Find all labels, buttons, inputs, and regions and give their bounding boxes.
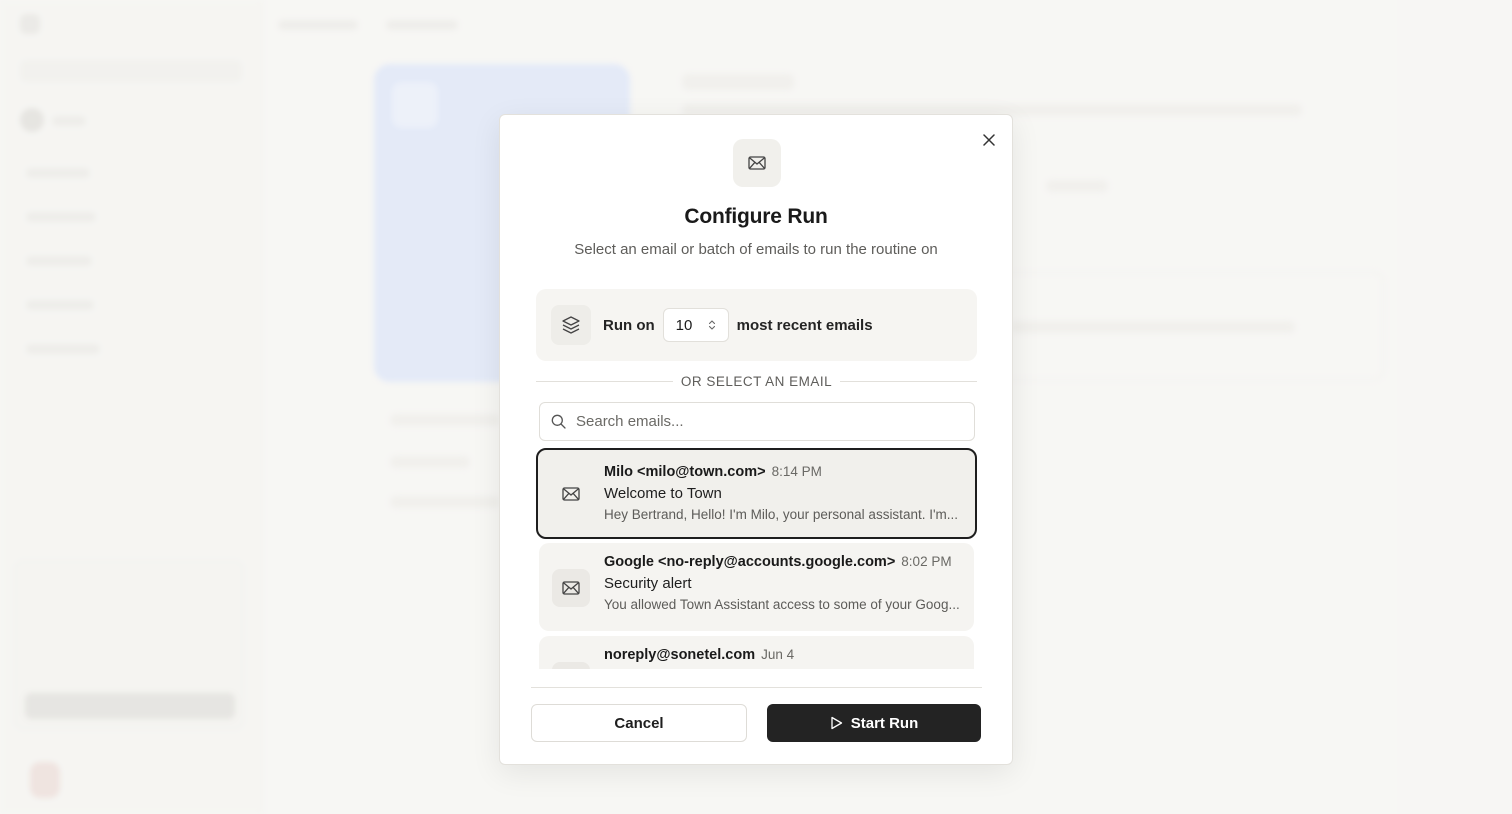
play-icon	[831, 716, 842, 730]
email-item[interactable]: noreply@sonetel.com Jun 4	[539, 636, 974, 669]
footer-divider	[531, 687, 982, 688]
search-icon	[551, 414, 566, 429]
mail-icon	[562, 487, 580, 501]
email-content: Milo <milo@town.com> 8:14 PM Welcome to T…	[604, 464, 963, 522]
email-header: Milo <milo@town.com> 8:14 PM	[604, 464, 963, 480]
email-preview: You allowed Town Assistant access to som…	[604, 597, 960, 612]
divider-label: OR SELECT AN EMAIL	[680, 373, 833, 389]
divider-line	[840, 380, 977, 382]
email-time: Jun 4	[761, 647, 795, 662]
recent-emails-label: most recent emails	[736, 316, 873, 334]
start-run-button[interactable]: Start Run	[767, 704, 981, 742]
chevron-up-down-icon	[708, 320, 715, 330]
header-icon	[733, 139, 781, 187]
dialog-subtitle: Select an email or batch of emails to ru…	[574, 241, 938, 258]
email-item[interactable]: Google <no-reply@accounts.google.com> 8:0…	[539, 543, 974, 631]
email-list[interactable]: Milo <milo@town.com> 8:14 PM Welcome to T…	[536, 447, 979, 669]
configure-run-dialog: Configure Run Select an email or batch o…	[499, 114, 1013, 765]
divider-line	[536, 380, 673, 382]
layers-icon	[562, 316, 580, 334]
email-time: 8:02 PM	[901, 554, 952, 569]
cancel-button[interactable]: Cancel	[531, 704, 747, 742]
email-content: Google <no-reply@accounts.google.com> 8:0…	[604, 554, 962, 612]
section-divider: OR SELECT AN EMAIL	[536, 371, 977, 391]
email-icon-wrap	[552, 662, 590, 669]
email-count-value: 10	[675, 316, 693, 334]
email-item-selected[interactable]: Milo <milo@town.com> 8:14 PM Welcome to T…	[536, 448, 977, 539]
email-sender: Milo <milo@town.com>	[604, 464, 766, 480]
batch-icon-wrap	[551, 305, 591, 345]
email-header: noreply@sonetel.com Jun 4	[604, 647, 962, 663]
mail-icon	[748, 156, 766, 170]
close-button[interactable]	[978, 129, 1000, 151]
email-time: 8:14 PM	[771, 464, 822, 479]
email-content: noreply@sonetel.com Jun 4	[604, 647, 962, 663]
search-placeholder: Search emails...	[576, 413, 684, 430]
email-subject: Welcome to Town	[604, 485, 722, 502]
mail-icon	[562, 581, 580, 595]
email-icon-wrap	[552, 569, 590, 607]
close-icon	[983, 134, 995, 146]
email-count-stepper[interactable]: 10	[662, 308, 729, 342]
run-on-label: Run on	[603, 316, 655, 334]
search-input[interactable]: Search emails...	[539, 402, 975, 441]
email-sender: noreply@sonetel.com	[604, 647, 756, 663]
dialog-title: Configure Run	[684, 205, 828, 228]
email-header: Google <no-reply@accounts.google.com> 8:0…	[604, 554, 962, 570]
email-preview: Hey Bertrand, Hello! I'm Milo, your pers…	[604, 507, 959, 522]
email-sender: Google <no-reply@accounts.google.com>	[604, 554, 896, 570]
start-run-label: Start Run	[850, 714, 919, 732]
batch-run-option[interactable]: Run on 10 most recent emails	[536, 289, 977, 361]
email-subject: Security alert	[604, 575, 692, 592]
email-icon-wrap	[552, 475, 590, 513]
